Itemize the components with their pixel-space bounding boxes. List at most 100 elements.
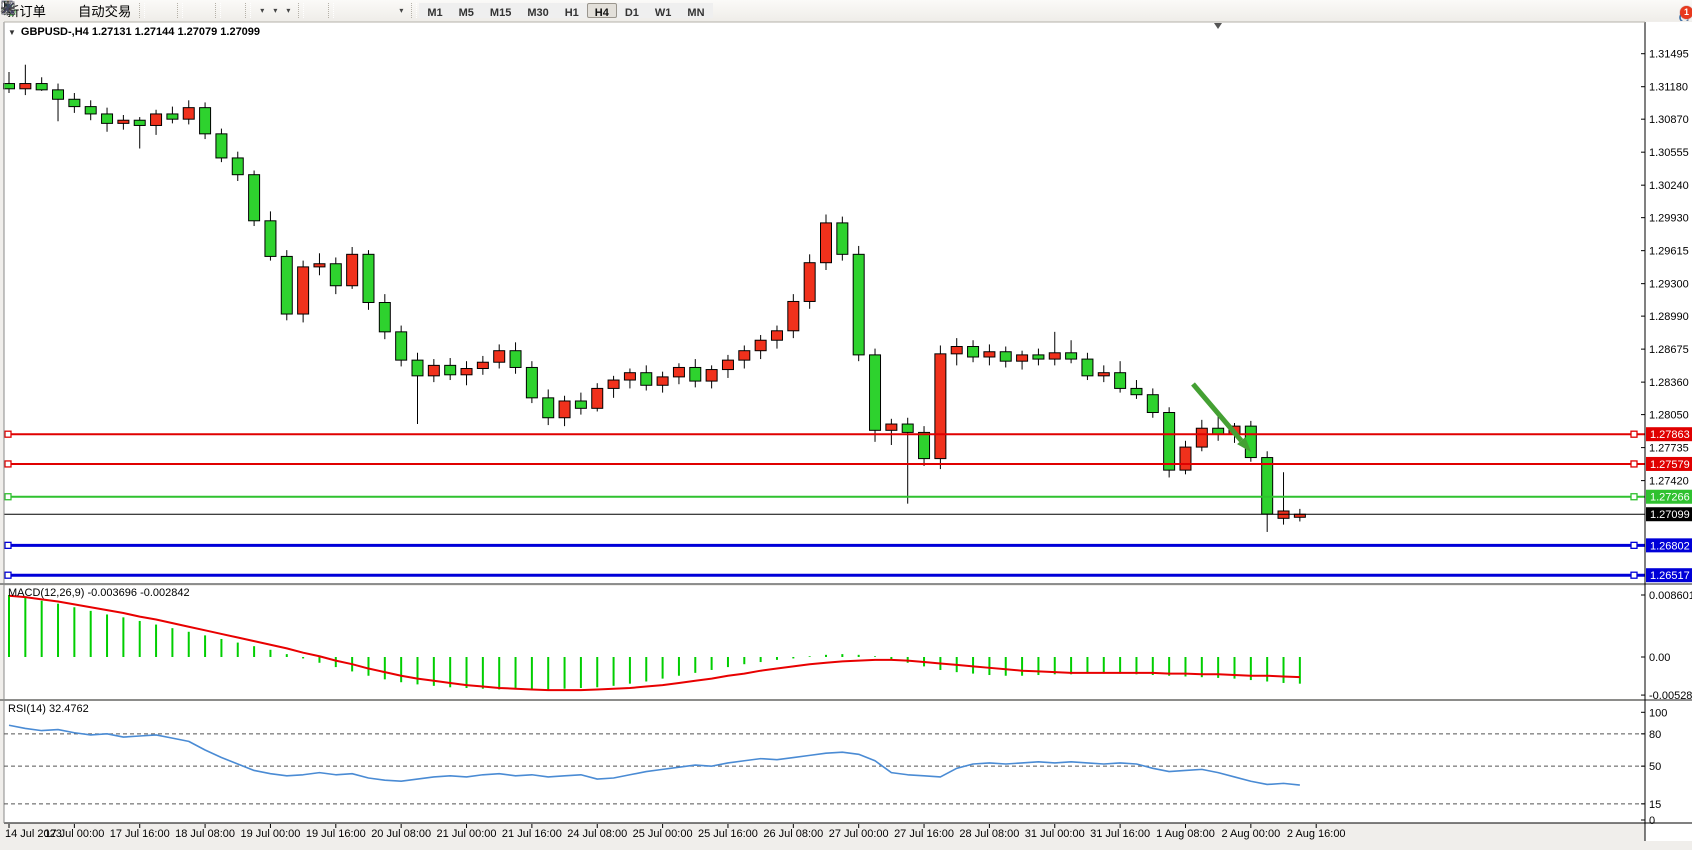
time-axis-label: 25 Jul 00:00 xyxy=(633,828,693,840)
candle-body xyxy=(1115,373,1126,389)
price-axis-label: 1.28360 xyxy=(1649,377,1689,389)
line-handle[interactable] xyxy=(1631,431,1637,437)
price-tag-label: 1.27266 xyxy=(1650,492,1690,504)
candle-body xyxy=(232,158,243,175)
time-axis-label: 28 Jul 08:00 xyxy=(959,828,1019,840)
candle-body xyxy=(821,223,832,263)
line-handle[interactable] xyxy=(5,494,11,500)
candle-body xyxy=(412,360,423,376)
candle-body xyxy=(69,99,80,106)
time-axis-label: 21 Jul 00:00 xyxy=(437,828,497,840)
line-handle[interactable] xyxy=(1631,494,1637,500)
line-handle[interactable] xyxy=(5,431,11,437)
candle-body xyxy=(575,401,586,408)
candle-body xyxy=(1000,352,1011,361)
time-axis-label: 17 Jul 00:00 xyxy=(44,828,104,840)
line-handle[interactable] xyxy=(5,542,11,548)
rsi-axis-label: 50 xyxy=(1649,761,1661,773)
time-axis-label: 21 Jul 16:00 xyxy=(502,828,562,840)
candle-body xyxy=(249,175,260,221)
candle-body xyxy=(559,401,570,418)
candle-body xyxy=(755,340,766,350)
candle-body xyxy=(902,424,913,432)
candle-body xyxy=(167,114,178,119)
macd-axis-label: 0.008601 xyxy=(1649,590,1692,602)
chart-title: ▼ GBPUSD-,H4 1.27131 1.27144 1.27079 1.2… xyxy=(8,26,260,38)
candle-body xyxy=(853,254,864,355)
candle-body xyxy=(771,331,782,340)
candle-body xyxy=(1017,355,1028,361)
candle-body xyxy=(20,84,31,89)
candle-body xyxy=(739,351,750,360)
candle-body xyxy=(281,256,292,314)
line-handle[interactable] xyxy=(1631,461,1637,467)
candle-body xyxy=(526,367,537,397)
candle-body xyxy=(1082,359,1093,376)
line-handle[interactable] xyxy=(5,461,11,467)
macd-axis-label: 0.00 xyxy=(1649,652,1670,664)
candle-body xyxy=(788,301,799,330)
rsi-axis-label: 100 xyxy=(1649,707,1667,719)
line-handle[interactable] xyxy=(1631,572,1637,578)
candle-body xyxy=(134,120,145,125)
candle-body xyxy=(151,114,162,126)
time-axis-label: 24 Jul 08:00 xyxy=(567,828,627,840)
candle-body xyxy=(951,347,962,354)
candle-body xyxy=(216,134,227,158)
price-axis-label: 1.27420 xyxy=(1649,476,1689,488)
candle-body xyxy=(1164,413,1175,471)
candle-body xyxy=(1033,355,1044,359)
candle-body xyxy=(36,84,47,90)
candle-body xyxy=(347,254,358,285)
chevron-down-icon[interactable]: ▼ xyxy=(8,28,16,37)
candle-body xyxy=(641,373,652,386)
candle-body xyxy=(1066,353,1077,359)
rsi-indicator-label: RSI(14) 32.4762 xyxy=(8,703,89,715)
candle-body xyxy=(1147,395,1158,413)
candle-body xyxy=(85,107,96,114)
rsi-pane[interactable] xyxy=(4,701,1645,823)
candle-body xyxy=(1131,388,1142,394)
candle-body xyxy=(706,370,717,382)
time-axis-label: 27 Jul 00:00 xyxy=(829,828,889,840)
price-axis-label: 1.31495 xyxy=(1649,49,1689,61)
line-handle[interactable] xyxy=(1631,542,1637,548)
price-axis-label: 1.28675 xyxy=(1649,344,1689,356)
candle-body xyxy=(968,347,979,357)
candle-body xyxy=(1180,447,1191,470)
candle-body xyxy=(4,84,15,89)
price-axis-label: 1.30555 xyxy=(1649,147,1689,159)
price-axis-label: 1.29300 xyxy=(1649,279,1689,291)
candle-body xyxy=(510,351,521,368)
candle-body xyxy=(984,352,995,357)
candle-body xyxy=(673,367,684,376)
time-axis-label: 18 Jul 08:00 xyxy=(175,828,235,840)
chart-canvas[interactable]: 1.314951.311801.308701.305551.302401.299… xyxy=(0,0,1692,850)
price-axis-label: 1.28050 xyxy=(1649,410,1689,422)
candle-body xyxy=(543,398,554,418)
candle-body xyxy=(1098,373,1109,376)
candle-body xyxy=(265,221,276,257)
candle-body xyxy=(118,120,129,123)
candle-body xyxy=(298,267,309,314)
time-axis-label: 1 Aug 08:00 xyxy=(1156,828,1215,840)
candle-body xyxy=(804,263,815,302)
macd-pane[interactable] xyxy=(4,586,1645,699)
time-axis-label: 19 Jul 16:00 xyxy=(306,828,366,840)
candle-body xyxy=(919,432,930,458)
price-pane[interactable] xyxy=(4,22,1645,584)
chart-title-text: GBPUSD-,H4 1.27131 1.27144 1.27079 1.270… xyxy=(21,26,260,38)
price-axis-label: 1.27735 xyxy=(1649,443,1689,455)
price-tag-label: 1.27099 xyxy=(1650,509,1690,521)
time-axis-label: 31 Jul 00:00 xyxy=(1025,828,1085,840)
time-axis-label: 20 Jul 08:00 xyxy=(371,828,431,840)
candle-body xyxy=(330,264,341,286)
candle-body xyxy=(183,108,194,120)
rsi-axis-label: 0 xyxy=(1649,815,1655,827)
candle-body xyxy=(494,351,505,363)
line-handle[interactable] xyxy=(5,572,11,578)
time-axis-label: 25 Jul 16:00 xyxy=(698,828,758,840)
candle-body xyxy=(379,303,390,332)
candle-body xyxy=(690,367,701,381)
candle-body xyxy=(1196,428,1207,447)
